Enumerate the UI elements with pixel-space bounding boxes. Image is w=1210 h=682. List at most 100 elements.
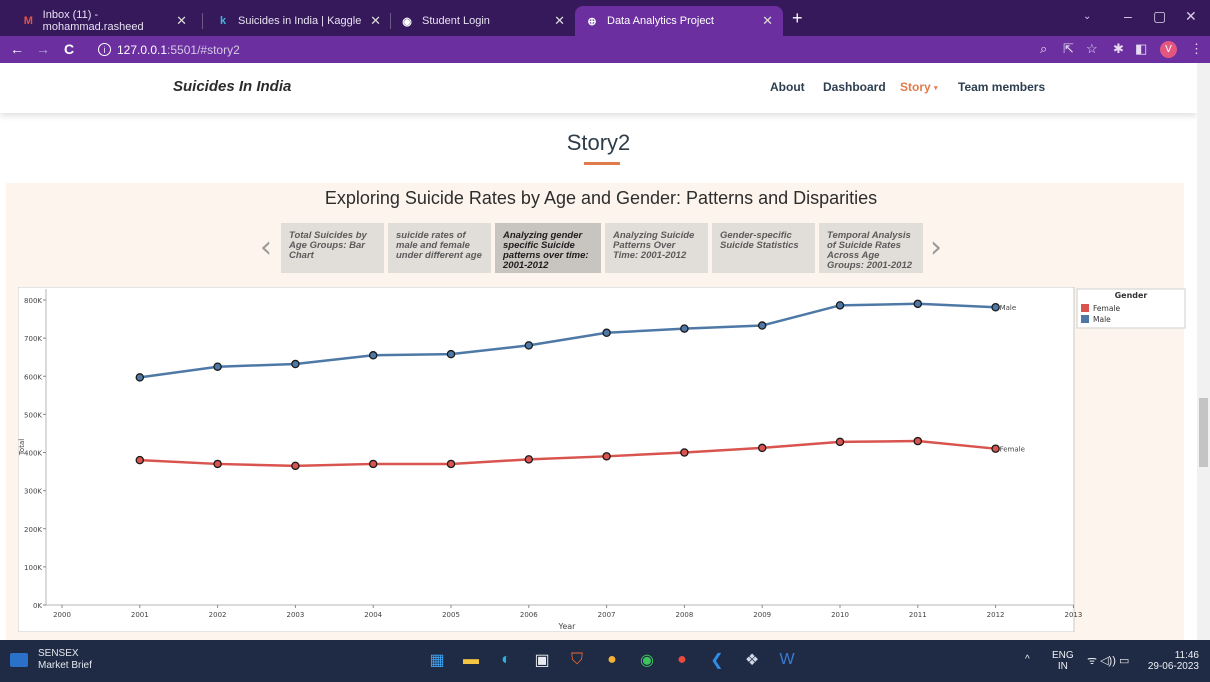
previous-point-icon[interactable]: ‹: [260, 230, 272, 265]
data-point-female[interactable]: [835, 437, 845, 447]
snipping-tool-icon[interactable]: ❖: [740, 648, 764, 672]
market-widget[interactable]: SENSEX Market Brief: [10, 648, 92, 672]
file-explorer-icon[interactable]: ▬: [459, 648, 483, 672]
vscode-icon[interactable]: ❮: [705, 648, 729, 672]
data-point-female[interactable]: [291, 461, 300, 471]
globe-icon: ◉: [402, 15, 412, 28]
legend-label-female[interactable]: Female: [1093, 304, 1121, 313]
close-icon[interactable]: ✕: [176, 13, 187, 29]
data-point-female[interactable]: [991, 444, 1000, 453]
bookmark-star-icon[interactable]: ☆: [1086, 41, 1098, 57]
nav-dashboard[interactable]: Dashboard: [823, 80, 886, 94]
nav-story[interactable]: Story ▾: [900, 80, 938, 94]
data-point-female[interactable]: [913, 436, 923, 446]
x-tick-label: 2008: [675, 611, 693, 619]
tab-data-analytics-project[interactable]: ⊕ Data Analytics Project ✕: [575, 6, 783, 36]
legend-swatch-female[interactable]: [1081, 304, 1089, 312]
window-close-button[interactable]: ✕: [1185, 8, 1197, 25]
clock-date: 29-06-2023: [1147, 661, 1199, 672]
brave-icon[interactable]: ⛉: [565, 648, 589, 672]
tab-gmail[interactable]: M Inbox (11) - mohammad.rasheed ✕: [12, 6, 197, 36]
data-point-female[interactable]: [446, 459, 456, 469]
x-tick-label: 2010: [831, 611, 849, 619]
legend-swatch-male[interactable]: [1081, 315, 1089, 323]
data-point-male[interactable]: [213, 362, 222, 371]
tray-overflow-icon[interactable]: ^: [1025, 654, 1030, 665]
profile-avatar[interactable]: V: [1160, 41, 1177, 58]
story-point-6[interactable]: Temporal Analysis of Suicide Rates Acros…: [819, 223, 923, 273]
edge-icon[interactable]: ◐: [494, 648, 518, 672]
globe-icon: ⊕: [587, 15, 597, 28]
next-point-icon[interactable]: ›: [930, 230, 942, 265]
side-panel-icon[interactable]: ◧: [1135, 41, 1147, 57]
forward-icon[interactable]: →: [36, 41, 50, 57]
browser-menu-icon[interactable]: ⋮: [1190, 41, 1203, 57]
data-point-male[interactable]: [913, 299, 923, 309]
word-icon[interactable]: W: [775, 648, 799, 672]
data-point-female[interactable]: [602, 452, 611, 461]
new-tab-button[interactable]: +: [792, 8, 803, 29]
y-tick-label: 300K: [24, 488, 42, 496]
start-icon[interactable]: ▦: [425, 648, 449, 672]
data-point-female[interactable]: [368, 459, 378, 469]
extensions-icon[interactable]: ✱: [1113, 41, 1124, 57]
close-icon[interactable]: ✕: [370, 13, 381, 29]
widget-title: SENSEX: [38, 648, 79, 659]
site-info-icon[interactable]: i: [98, 43, 111, 56]
tab-student-login[interactable]: ◉ Student Login ✕: [390, 6, 575, 36]
data-point-female[interactable]: [135, 455, 145, 465]
network-volume-battery-icon[interactable]: ᯤ ◁)) ▭: [1087, 656, 1129, 667]
data-point-female[interactable]: [524, 455, 534, 464]
close-icon[interactable]: ✕: [554, 13, 565, 29]
story-point-4[interactable]: Analyzing Suicide Patterns Over Time: 20…: [605, 223, 708, 273]
clock-time: 11:46: [1174, 650, 1199, 661]
y-tick-label: 800K: [24, 297, 42, 305]
data-point-male[interactable]: [680, 324, 689, 333]
story-point-3[interactable]: Analyzing gender specific Suicide patter…: [495, 223, 601, 273]
legend-label-male[interactable]: Male: [1093, 315, 1111, 324]
back-icon[interactable]: ←: [10, 41, 24, 57]
chrome-profile-icon[interactable]: ●: [670, 648, 694, 672]
x-tick-label: 2013: [1064, 611, 1082, 619]
zoom-icon[interactable]: ⌕: [1040, 41, 1047, 57]
story-point-1[interactable]: Total Suicides by Age Groups: Bar Chart: [281, 223, 384, 273]
x-tick-label: 2007: [598, 611, 616, 619]
data-point-male[interactable]: [835, 301, 845, 310]
language-indicator[interactable]: ENG IN: [1052, 650, 1074, 672]
minimize-button[interactable]: –: [1124, 8, 1132, 24]
chrome-icon[interactable]: ●: [600, 648, 624, 672]
lang-code: ENG: [1052, 650, 1074, 661]
end-label-male: Male: [1000, 304, 1017, 312]
whatsapp-icon[interactable]: ◉: [635, 648, 659, 672]
data-point-male[interactable]: [524, 341, 534, 350]
data-point-female[interactable]: [757, 443, 767, 453]
store-icon[interactable]: ▣: [530, 648, 554, 672]
story-point-5[interactable]: Gender-specific Suicide Statistics: [712, 223, 815, 273]
nav-team-members[interactable]: Team members: [958, 80, 1045, 94]
nav-about[interactable]: About: [770, 80, 805, 94]
data-point-male[interactable]: [368, 351, 378, 360]
tab-search-icon[interactable]: ⌄: [1083, 11, 1091, 22]
share-icon[interactable]: ⇱: [1063, 41, 1074, 57]
scrollbar-thumb[interactable]: [1199, 398, 1208, 467]
data-point-male[interactable]: [446, 349, 456, 359]
clock[interactable]: 11:46 29-06-2023: [1147, 650, 1199, 672]
data-point-male[interactable]: [991, 302, 1000, 312]
tab-kaggle[interactable]: k Suicides in India | Kaggle ✕: [206, 6, 391, 36]
data-point-male[interactable]: [291, 359, 300, 369]
y-tick-label: 100K: [24, 564, 42, 572]
site-brand[interactable]: Suicides In India: [173, 78, 291, 95]
restore-button[interactable]: ▢: [1153, 8, 1166, 25]
data-point-male[interactable]: [757, 321, 767, 330]
story-point-2[interactable]: suicide rates of male and female under d…: [388, 223, 491, 273]
data-point-male[interactable]: [602, 328, 611, 338]
kaggle-icon: k: [219, 15, 227, 27]
address-bar: ← → C i 127.0.0.1:5501/#story2 ⌕ ⇱ ☆ ✱ ◧…: [0, 36, 1210, 63]
close-icon[interactable]: ✕: [762, 13, 773, 29]
data-point-female[interactable]: [213, 459, 222, 469]
data-point-female[interactable]: [680, 448, 689, 457]
page-scrollbar[interactable]: [1197, 63, 1210, 640]
reload-icon[interactable]: C: [64, 41, 74, 57]
url-input[interactable]: i 127.0.0.1:5501/#story2: [92, 39, 1052, 60]
data-point-male[interactable]: [135, 373, 145, 382]
